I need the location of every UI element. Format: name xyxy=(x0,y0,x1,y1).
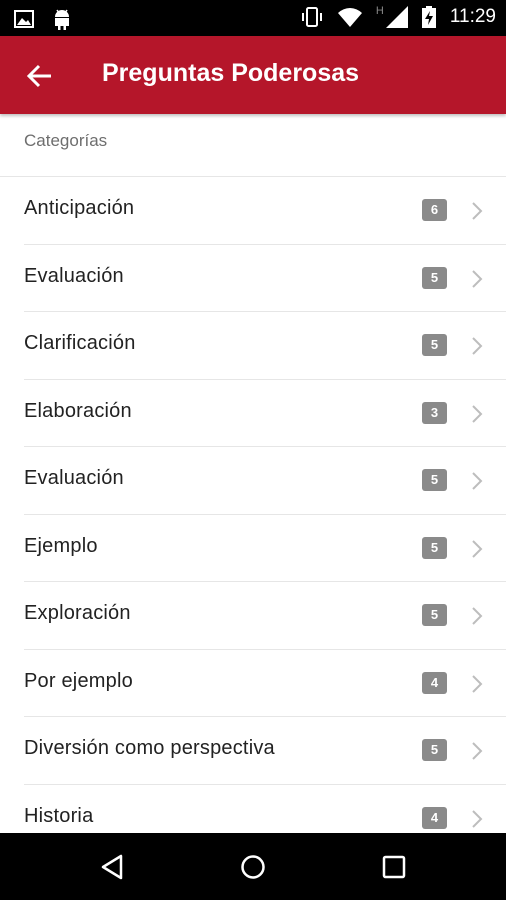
list-item[interactable]: Anticipación 6 xyxy=(0,177,506,245)
battery-charging-icon xyxy=(421,6,436,28)
chevron-right-icon xyxy=(472,472,483,490)
list-item[interactable]: Evaluación 5 xyxy=(0,245,506,312)
list-item-label: Diversión como perspectiva xyxy=(24,737,275,759)
list-item[interactable]: Exploración 5 xyxy=(0,582,506,650)
chevron-right-icon xyxy=(472,404,483,423)
chevron-right-icon xyxy=(472,809,483,828)
count-badge: 5 xyxy=(422,739,447,761)
recents-square-icon[interactable] xyxy=(378,851,410,883)
chevron-right-icon xyxy=(472,607,483,625)
network-type-label: H xyxy=(375,5,384,17)
count-badge: 5 xyxy=(422,266,447,289)
arrow-back-icon[interactable] xyxy=(24,60,56,92)
list-item-label: Exploración xyxy=(24,602,131,624)
count-badge: 5 xyxy=(422,604,447,626)
count-badge: 5 xyxy=(422,536,447,559)
count-badge: 6 xyxy=(422,199,447,221)
list-item[interactable]: Por ejemplo 4 xyxy=(0,650,506,717)
list-item[interactable]: Historia 4 xyxy=(0,785,506,834)
list-item-label: Historia xyxy=(24,804,94,827)
chevron-right-icon xyxy=(472,337,483,355)
chevron-right-icon xyxy=(472,539,483,558)
wifi-icon xyxy=(337,8,362,27)
home-circle-icon[interactable] xyxy=(237,851,269,883)
list-item[interactable]: Elaboración 3 xyxy=(0,380,506,447)
list-item-label: Evaluación xyxy=(24,264,124,287)
count-badge: 5 xyxy=(422,334,447,356)
chevron-right-icon xyxy=(472,674,483,693)
signal-icon xyxy=(385,6,408,28)
back-triangle-icon[interactable] xyxy=(97,851,129,883)
section-header: Categorías xyxy=(24,131,108,150)
android-icon xyxy=(55,9,69,30)
chevron-right-icon xyxy=(472,742,483,760)
list-item-label: Ejemplo xyxy=(24,534,98,557)
count-badge: 4 xyxy=(422,671,447,694)
list-item-label: Evaluación xyxy=(24,467,124,489)
category-list: Anticipación 6 Evaluación 5 Clarificació… xyxy=(0,177,506,833)
count-badge: 4 xyxy=(422,806,447,829)
app-bar: Preguntas Poderosas xyxy=(0,36,506,114)
list-item-label: Elaboración xyxy=(24,399,132,422)
status-time: 11:29 xyxy=(449,6,496,27)
list-item[interactable]: Evaluación 5 xyxy=(0,447,506,515)
chevron-right-icon xyxy=(472,269,483,288)
image-icon xyxy=(14,10,34,28)
list-item-label: Anticipación xyxy=(24,197,135,219)
count-badge: 3 xyxy=(422,401,447,424)
nav-bar xyxy=(0,833,506,900)
list-item[interactable]: Diversión como perspectiva 5 xyxy=(0,717,506,785)
app-title: Preguntas Poderosas xyxy=(102,59,360,87)
vibrate-icon xyxy=(301,7,322,27)
status-bar: H 11:29 xyxy=(0,0,506,36)
list-item-label: Por ejemplo xyxy=(24,669,133,692)
list-item-label: Clarificación xyxy=(24,332,136,354)
list-item[interactable]: Clarificación 5 xyxy=(0,312,506,380)
chevron-right-icon xyxy=(472,202,483,220)
count-badge: 5 xyxy=(422,469,447,491)
list-item[interactable]: Ejemplo 5 xyxy=(0,515,506,582)
